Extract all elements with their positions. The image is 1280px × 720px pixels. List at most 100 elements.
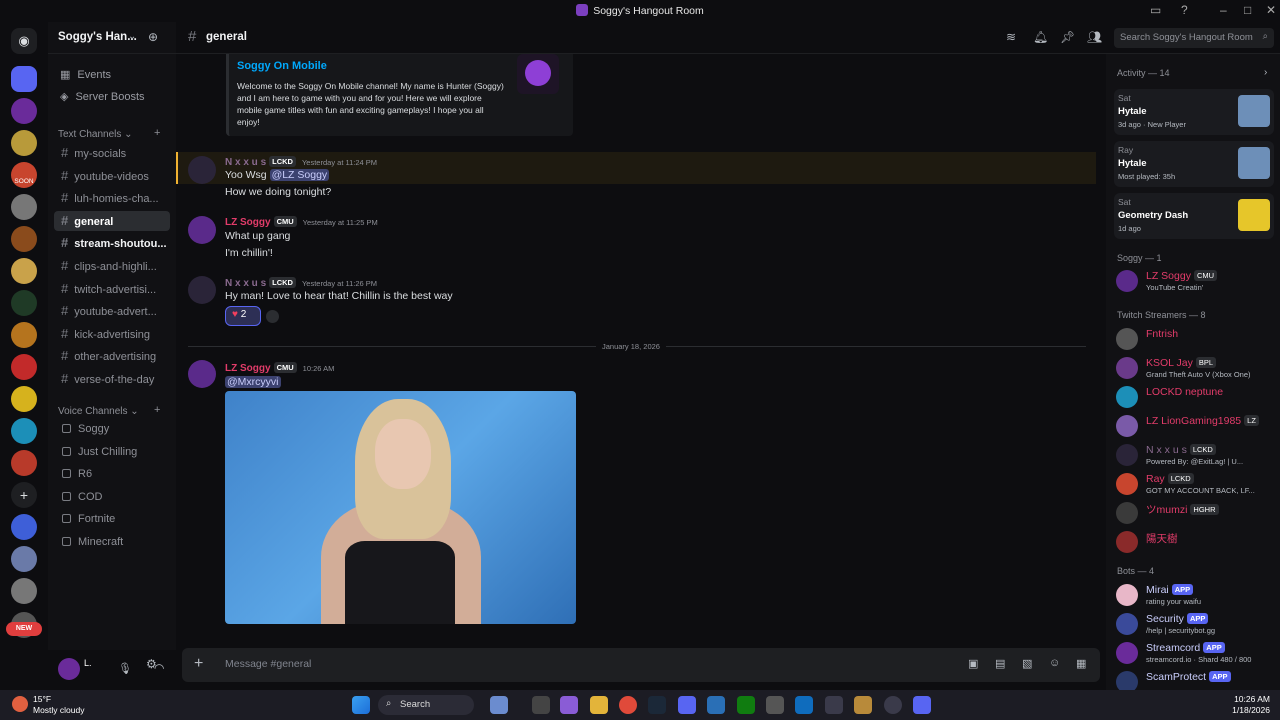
avatar[interactable] xyxy=(188,216,216,244)
app-icon[interactable] xyxy=(884,696,902,714)
start-button[interactable] xyxy=(352,696,370,714)
avatar[interactable] xyxy=(188,156,216,184)
member-item[interactable]: Ray LCKD GOT MY ACCOUNT BACK, LF... xyxy=(1116,471,1280,499)
member-item[interactable]: ScamProtect APP xyxy=(1116,669,1280,690)
message-author[interactable]: LZ Soggy CMU 10:26 AM xyxy=(225,362,334,374)
app-icon[interactable] xyxy=(913,696,931,714)
events-link[interactable]: ▦ Events xyxy=(60,68,111,81)
pin-icon[interactable]: 📌︎ xyxy=(1060,30,1075,44)
server-icon[interactable] xyxy=(11,386,37,412)
voice-channel-item[interactable]: Fortnite xyxy=(62,513,115,525)
taskbar-search[interactable]: ⌕ Search xyxy=(378,695,474,715)
gift-icon[interactable]: ▣ xyxy=(968,657,978,670)
server-icon[interactable] xyxy=(11,514,37,540)
avatar[interactable] xyxy=(188,276,216,304)
weather-widget[interactable]: 15°F Mostly cloudy xyxy=(33,694,85,716)
app-icon[interactable] xyxy=(707,696,725,714)
activity-card[interactable]: Sat Geometry Dash 1d ago xyxy=(1114,193,1274,239)
category-voice-channels[interactable]: Voice Channels ⌄ xyxy=(58,406,139,417)
chevron-right-icon[interactable]: › xyxy=(1264,67,1267,78)
member-item[interactable]: N x x u s LCKD Powered By: @ExitLag! | U..… xyxy=(1116,442,1280,470)
threads-icon[interactable]: ≋ xyxy=(1006,30,1016,44)
bell-icon[interactable]: 🔔︎ xyxy=(1033,30,1048,44)
server-icon[interactable] xyxy=(11,546,37,572)
voice-channel-item[interactable]: COD xyxy=(62,491,102,503)
message-composer[interactable]: + Message #general ▣ ▤ ▧ ☺ ▦ xyxy=(182,648,1100,682)
category-text-channels[interactable]: Text Channels ⌄ xyxy=(58,129,133,140)
user-settings-gear-icon[interactable]: ⚙ xyxy=(146,657,157,671)
voice-channel-item[interactable]: Just Chilling xyxy=(62,446,137,458)
server-icon[interactable] xyxy=(11,578,37,604)
member-item[interactable]: 陽天樹 xyxy=(1116,529,1280,557)
avatar[interactable] xyxy=(188,360,216,388)
user-mention[interactable]: @Mxrcyyvi xyxy=(225,376,281,388)
apps-icon[interactable]: ▦ xyxy=(1076,657,1086,670)
avatar[interactable] xyxy=(58,658,80,680)
voice-channel-item[interactable]: Minecraft xyxy=(62,536,123,548)
emoji-icon[interactable]: ☺ xyxy=(1049,657,1060,669)
copilot-icon[interactable] xyxy=(560,696,578,714)
member-item[interactable]: Streamcord APP streamcord.io · Shard 480 /… xyxy=(1116,640,1280,668)
server-icon[interactable] xyxy=(11,354,37,380)
channel-item[interactable]: # my-socials xyxy=(54,143,170,163)
search-input[interactable]: Search Soggy's Hangout Room ⌕ xyxy=(1114,28,1274,48)
server-icon[interactable] xyxy=(11,418,37,444)
image-attachment[interactable] xyxy=(225,391,576,624)
member-item[interactable]: Security APP/help | securitybot.gg xyxy=(1116,611,1280,639)
guild-header[interactable]: Soggy's Han... ⌄ ⊕ xyxy=(48,22,176,54)
gif-icon[interactable]: ▤ xyxy=(995,657,1005,670)
outlook-icon[interactable] xyxy=(795,696,813,714)
channel-item[interactable]: # youtube-advert... xyxy=(54,301,170,321)
server-boosts-link[interactable]: ◈ Server Boosts xyxy=(60,90,145,103)
member-item[interactable]: Mirai APP rating your waifu xyxy=(1116,582,1280,610)
invite-icon[interactable]: ⊕ xyxy=(148,30,158,44)
server-icon-soggy[interactable] xyxy=(11,98,37,124)
xbox-icon[interactable] xyxy=(737,696,755,714)
channel-item[interactable]: # twitch-advertisi... xyxy=(54,279,170,299)
task-view-icon[interactable] xyxy=(532,696,550,714)
minimize-button[interactable]: – xyxy=(1220,3,1227,17)
user-mention[interactable]: @LZ Soggy xyxy=(269,169,330,181)
server-icon[interactable] xyxy=(11,450,37,476)
channel-item[interactable]: # clips-and-highli... xyxy=(54,256,170,276)
discord-icon[interactable] xyxy=(678,696,696,714)
server-icon[interactable] xyxy=(11,290,37,316)
microphone-icon[interactable]: 🎙 xyxy=(118,662,132,675)
add-attachment-icon[interactable]: + xyxy=(194,655,203,673)
app-icon[interactable] xyxy=(854,696,872,714)
home-icon[interactable]: ◉ xyxy=(11,28,37,54)
message-input[interactable]: Message #general xyxy=(225,658,311,670)
server-icon[interactable] xyxy=(11,258,37,284)
help-icon[interactable]: ? xyxy=(1181,3,1188,17)
member-item[interactable]: ツmumzi HGHR xyxy=(1116,500,1280,528)
server-icon-direct[interactable] xyxy=(11,66,37,92)
inbox-icon[interactable]: ▭ xyxy=(1150,3,1161,17)
activity-card[interactable]: Sat Hytale 3d ago · New Player xyxy=(1114,89,1274,135)
server-icon[interactable] xyxy=(11,226,37,252)
weather-icon[interactable] xyxy=(12,696,28,712)
member-item[interactable]: LOCKD neptune xyxy=(1116,384,1280,412)
member-item[interactable]: LZ Soggy CMU YouTube Creatin' xyxy=(1116,268,1280,296)
add-channel-icon[interactable]: + xyxy=(154,127,160,139)
sticker-icon[interactable]: ▧ xyxy=(1022,657,1032,670)
voice-channel-item[interactable]: Soggy xyxy=(62,423,109,435)
channel-item[interactable]: # general xyxy=(54,210,170,231)
message-author[interactable]: N x x u s LCKD Yesterday at 11:26 PM xyxy=(225,277,377,289)
server-icon-soon[interactable]: SOON xyxy=(11,162,37,188)
server-icon[interactable] xyxy=(11,322,37,348)
channel-item[interactable]: # kick-advertising xyxy=(54,324,170,344)
add-reaction-icon[interactable] xyxy=(266,310,279,323)
channel-item[interactable]: # luh-homies-cha... xyxy=(54,188,170,208)
channel-item[interactable]: # other-advertising xyxy=(54,346,170,366)
steam-icon[interactable] xyxy=(648,696,666,714)
add-server-icon[interactable]: + xyxy=(11,482,37,508)
embed-title[interactable]: Soggy On Mobile xyxy=(237,60,327,72)
member-list-icon[interactable]: 👥︎ xyxy=(1087,30,1102,44)
add-voice-channel-icon[interactable]: + xyxy=(154,404,160,416)
channel-item[interactable]: # youtube-videos xyxy=(54,166,170,186)
app-icon[interactable] xyxy=(825,696,843,714)
channel-item[interactable]: # verse-of-the-day xyxy=(54,369,170,389)
maximize-button[interactable]: □ xyxy=(1244,3,1251,17)
server-icon[interactable] xyxy=(11,130,37,156)
activity-card[interactable]: Ray Hytale Most played: 35h xyxy=(1114,141,1274,187)
